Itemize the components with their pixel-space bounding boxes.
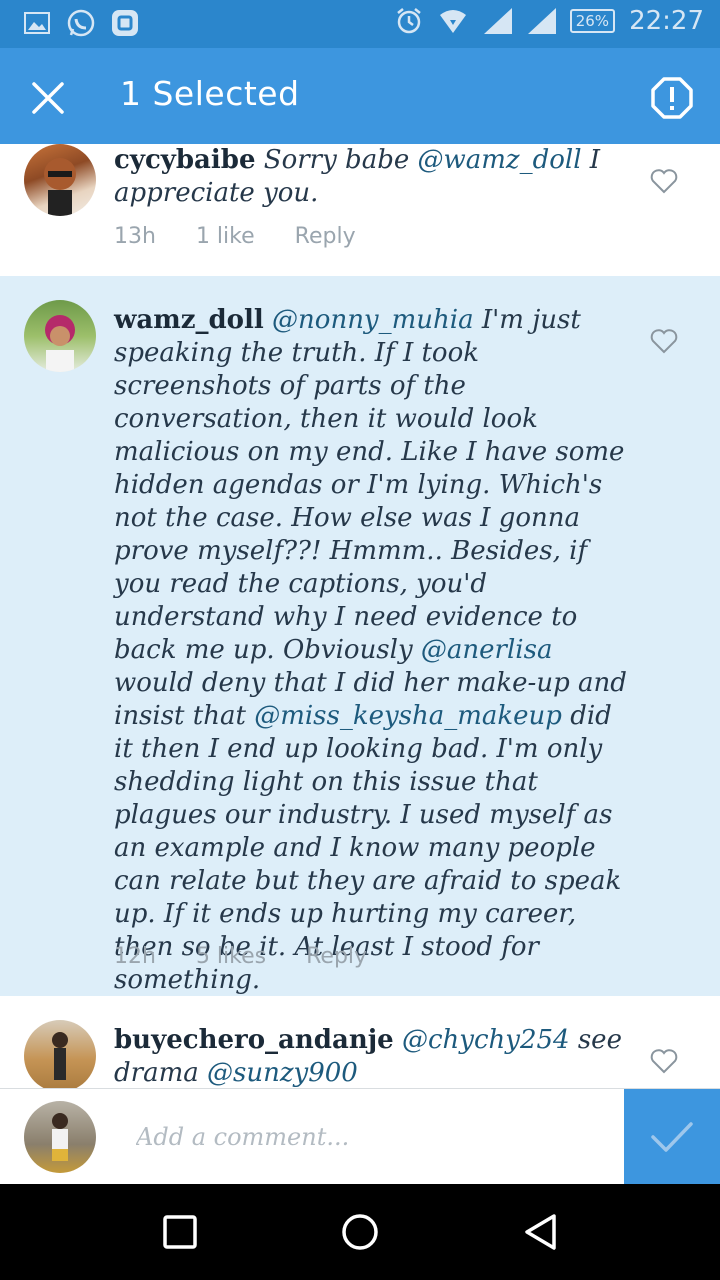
clock: 22:27 bbox=[629, 6, 704, 36]
likes-count[interactable]: 5 likes bbox=[196, 944, 266, 969]
report-button[interactable] bbox=[650, 76, 694, 120]
reply-button[interactable]: Reply bbox=[295, 224, 356, 249]
avatar[interactable] bbox=[24, 300, 96, 372]
close-icon bbox=[32, 82, 64, 114]
square-icon bbox=[163, 1215, 197, 1249]
navigation-bar bbox=[0, 1184, 720, 1280]
comment-text: wamz_doll @nonny_muhia I'm just speaking… bbox=[114, 305, 627, 995]
likes-count[interactable]: 1 like bbox=[196, 224, 255, 249]
comment-username[interactable]: cycybaibe bbox=[114, 145, 256, 175]
comment-text: cycybaibe Sorry babe @wamz_doll I apprec… bbox=[114, 145, 601, 208]
comment-text: buyechero_andanje @chychy254 see drama @… bbox=[114, 1025, 622, 1088]
comment-input[interactable] bbox=[136, 1117, 606, 1157]
mention-link[interactable]: @wamz_doll bbox=[418, 145, 582, 175]
avatar[interactable] bbox=[24, 1020, 96, 1088]
alert-icon bbox=[651, 77, 693, 119]
post-comment-button[interactable] bbox=[624, 1089, 720, 1185]
app-notification-icon bbox=[110, 8, 140, 38]
mention-link[interactable]: @sunzy900 bbox=[207, 1058, 358, 1088]
heart-icon[interactable] bbox=[650, 168, 678, 194]
selection-title: 1 Selected bbox=[120, 74, 300, 113]
status-bar: 26% 22:27 bbox=[0, 0, 720, 48]
battery-indicator: 26% bbox=[569, 9, 616, 33]
avatar[interactable] bbox=[24, 144, 96, 216]
comment-meta: 12h 5 likes Reply bbox=[114, 944, 367, 969]
comment-username[interactable]: wamz_doll bbox=[114, 305, 264, 335]
whatsapp-icon bbox=[66, 8, 96, 38]
comment-item-selected[interactable]: wamz_doll @nonny_muhia I'm just speaking… bbox=[0, 276, 720, 996]
comment-meta: 13h 1 like Reply bbox=[114, 224, 356, 249]
signal-icon-2 bbox=[526, 6, 556, 36]
close-button[interactable] bbox=[26, 76, 70, 120]
gallery-icon bbox=[22, 8, 52, 38]
back-triangle-icon bbox=[525, 1214, 556, 1250]
checkmark-icon bbox=[651, 1122, 693, 1152]
circle-icon bbox=[342, 1214, 378, 1250]
signal-icon bbox=[482, 6, 512, 36]
reply-button[interactable]: Reply bbox=[306, 944, 367, 969]
mention-link[interactable]: @nonny_muhia bbox=[272, 305, 474, 335]
mention-link[interactable]: @miss_keysha_makeup bbox=[254, 701, 562, 731]
comment-input-bar bbox=[0, 1088, 720, 1185]
comment-item[interactable]: buyechero_andanje @chychy254 see drama @… bbox=[0, 996, 720, 1088]
comment-time: 13h bbox=[114, 224, 156, 249]
home-button[interactable] bbox=[336, 1208, 384, 1256]
user-avatar bbox=[24, 1101, 96, 1173]
recents-button[interactable] bbox=[156, 1208, 204, 1256]
alarm-icon bbox=[394, 6, 424, 36]
back-button[interactable] bbox=[516, 1208, 564, 1256]
comment-time: 12h bbox=[114, 944, 156, 969]
comment-username[interactable]: buyechero_andanje bbox=[114, 1025, 394, 1055]
comment-item[interactable]: cycybaibe Sorry babe @wamz_doll I apprec… bbox=[0, 144, 720, 276]
mention-link[interactable]: @anerlisa bbox=[421, 635, 553, 665]
heart-icon[interactable] bbox=[650, 1048, 678, 1074]
wifi-icon bbox=[438, 6, 468, 36]
action-bar: 1 Selected bbox=[0, 48, 720, 144]
mention-link[interactable]: @chychy254 bbox=[402, 1025, 570, 1055]
heart-icon[interactable] bbox=[650, 328, 678, 354]
